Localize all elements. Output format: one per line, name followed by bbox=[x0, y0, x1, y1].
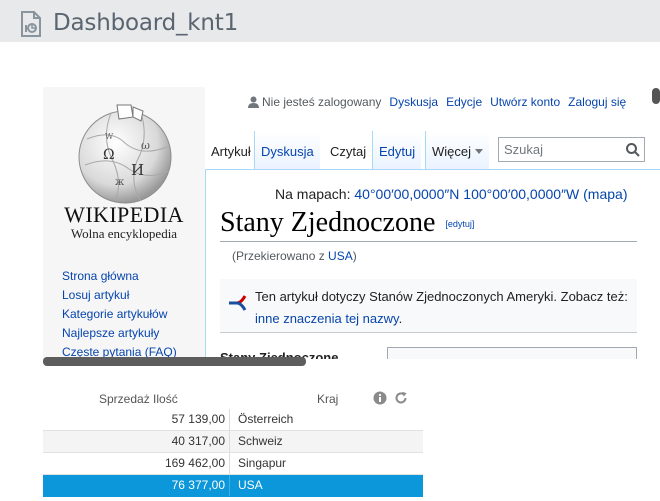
user-icon bbox=[248, 96, 259, 108]
table-row[interactable]: 169 462,00 Singapur bbox=[43, 453, 423, 475]
nav-best-articles[interactable]: Najlepsze artykuły bbox=[62, 324, 177, 343]
hatnote-text: Ten artykuł dotyczy Stanów Zjednoczonych… bbox=[255, 286, 635, 330]
table-header: Sprzedaż Ilość Kraj bbox=[43, 386, 423, 410]
tab-read[interactable]: Czytaj bbox=[324, 131, 373, 169]
amount-cell: 40 317,00 bbox=[43, 431, 230, 452]
dashboard-title: Dashboard_knt1 bbox=[53, 10, 239, 36]
table-row-selected[interactable]: 76 377,00 USA bbox=[43, 475, 423, 497]
tab-talk[interactable]: Dyskusja bbox=[254, 131, 320, 169]
refresh-icon[interactable] bbox=[394, 391, 408, 405]
disambiguation-hatnote: Ten artykuł dotyczy Stanów Zjednoczonych… bbox=[220, 279, 637, 333]
wikipedia-frame[interactable]: Ω И ω ж W WIKIPEDIA Wolna encyklopedia S… bbox=[43, 87, 660, 359]
hatnote-body: Ten artykuł dotyczy Stanów Zjednoczonych… bbox=[255, 289, 628, 304]
personal-talk-link[interactable]: Dyskusja bbox=[389, 95, 438, 109]
amount-cell: 76 377,00 bbox=[43, 475, 230, 496]
svg-text:И: И bbox=[131, 161, 144, 179]
svg-text:W: W bbox=[105, 132, 114, 141]
redirect-note: (Przekierowano z USA) bbox=[232, 249, 357, 263]
chevron-down-icon bbox=[475, 149, 484, 154]
wikipedia-globe-logo[interactable]: Ω И ω ж W bbox=[71, 99, 179, 207]
vertical-scrollbar-thumb[interactable] bbox=[652, 88, 660, 104]
dashboard-page: Dashboard_knt1 Ω И ω ж W WIKIPEDIA Wolna… bbox=[0, 0, 660, 501]
wiki-search-box[interactable] bbox=[498, 137, 645, 162]
redirect-prefix: (Przekierowano z bbox=[232, 249, 329, 263]
disambiguation-icon bbox=[229, 295, 247, 311]
horizontal-scrollbar-thumb[interactable] bbox=[43, 357, 306, 366]
sales-table: 57 139,00 Österreich 40 317,00 Schweiz 1… bbox=[43, 409, 423, 497]
article-title-text: Stany Zjednoczone bbox=[220, 207, 436, 238]
tabs-divider bbox=[205, 169, 660, 170]
coordinates: Na mapach: 40°00′00,0000″N 100°00′00,000… bbox=[275, 186, 628, 202]
table-row[interactable]: 40 317,00 Schweiz bbox=[43, 431, 423, 453]
nav-categories[interactable]: Kategorie artykułów bbox=[62, 305, 177, 324]
svg-text:ж: ж bbox=[115, 177, 125, 188]
tab-more[interactable]: Więcej bbox=[425, 131, 490, 169]
coordinates-link[interactable]: 40°00′00,0000″N 100°00′00,0000″W bbox=[354, 186, 579, 202]
content-border bbox=[205, 169, 206, 359]
nav-random-article[interactable]: Losuj artykuł bbox=[62, 286, 177, 305]
dashboard-header: Dashboard_knt1 bbox=[0, 0, 660, 42]
not-logged-in-text: Nie jesteś zalogowany bbox=[262, 95, 382, 109]
country-cell: Schweiz bbox=[238, 434, 283, 448]
title-divider bbox=[220, 241, 637, 242]
personal-tools: Nie jesteś zalogowany Dyskusja Edycje Utwór… bbox=[248, 95, 626, 109]
edit-section-link[interactable]: [edytuj] bbox=[445, 219, 474, 229]
tab-edit[interactable]: Edytuj bbox=[372, 131, 422, 169]
hatnote-other-meanings-link[interactable]: inne znaczenia tej nazwy bbox=[255, 311, 399, 326]
create-account-link[interactable]: Utwórz konto bbox=[490, 95, 560, 109]
country-cell: Österreich bbox=[238, 412, 294, 426]
hatnote-suffix: . bbox=[398, 311, 403, 326]
infobox bbox=[387, 347, 637, 359]
country-cell: Singapur bbox=[238, 456, 287, 470]
tab-article[interactable]: Artykuł bbox=[205, 131, 257, 169]
amount-cell: 57 139,00 bbox=[43, 409, 230, 430]
wikipedia-tagline: Wolna encyklopedia bbox=[70, 226, 178, 241]
svg-text:Ω: Ω bbox=[103, 147, 115, 163]
map-link[interactable]: (mapa) bbox=[583, 186, 627, 202]
amount-cell: 169 462,00 bbox=[43, 453, 230, 474]
info-icon[interactable] bbox=[373, 391, 387, 405]
country-cell: USA bbox=[238, 478, 263, 492]
coordinates-label: Na mapach: bbox=[275, 186, 351, 202]
table-row[interactable]: 57 139,00 Österreich bbox=[43, 409, 423, 431]
svg-text:ω: ω bbox=[141, 139, 150, 152]
nav-main-page[interactable]: Strona główna bbox=[62, 267, 177, 286]
search-icon[interactable] bbox=[625, 142, 641, 158]
login-link[interactable]: Zaloguj się bbox=[568, 95, 626, 109]
search-input[interactable] bbox=[499, 138, 623, 161]
tab-more-label: Więcej bbox=[432, 144, 472, 159]
column-header-amount[interactable]: Sprzedaż Ilość bbox=[99, 392, 178, 406]
personal-contributions-link[interactable]: Edycje bbox=[446, 95, 482, 109]
report-document-icon bbox=[21, 11, 41, 37]
article-title: Stany Zjednoczone [edytuj] bbox=[220, 207, 474, 239]
wikipedia-wordmark: WIKIPEDIA bbox=[64, 202, 184, 227]
wiki-navigation: Strona główna Losuj artykuł Kategorie ar… bbox=[62, 267, 177, 359]
redirect-link[interactable]: USA bbox=[328, 249, 353, 263]
wiki-sidebar: Ω И ω ж W WIKIPEDIA Wolna encyklopedia S… bbox=[43, 87, 205, 359]
column-header-country[interactable]: Kraj bbox=[317, 392, 338, 406]
redirect-suffix: ) bbox=[352, 249, 357, 263]
